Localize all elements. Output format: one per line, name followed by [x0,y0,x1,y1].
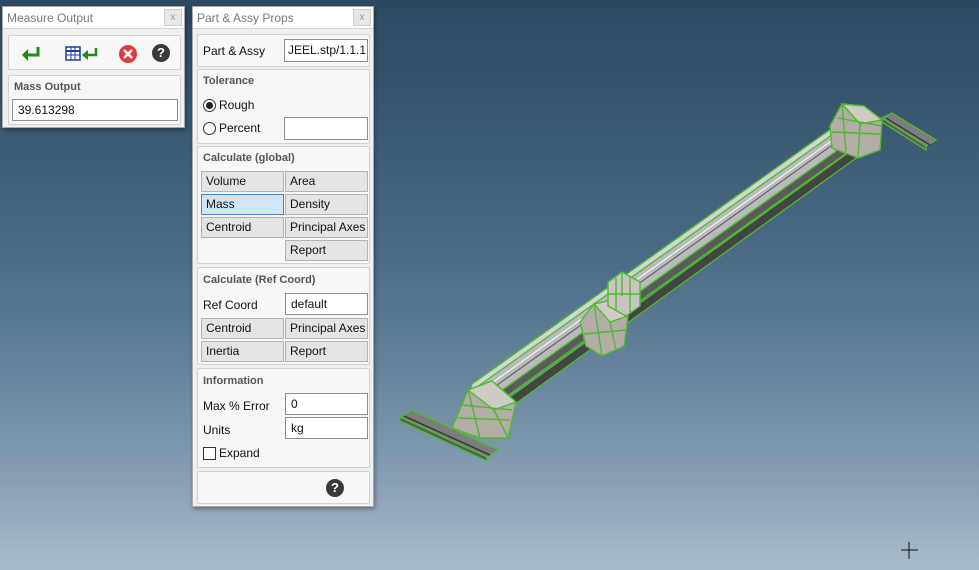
ref-report-button[interactable]: Report [285,341,368,362]
calculate-global-section: Calculate (global) Volume Area Mass Dens… [197,146,370,264]
help-glyph: ? [331,480,339,495]
max-error-field[interactable]: 0 [285,393,368,415]
percent-label[interactable]: Percent [219,121,260,135]
calculate-global-title: Calculate (global) [203,152,295,164]
tolerance-section: Tolerance Rough Percent [197,69,370,144]
centroid-button[interactable]: Centroid [201,217,284,238]
percent-radio[interactable] [203,122,216,135]
measure-output-close-button[interactable]: x [164,9,182,26]
calculate-ref-title: Calculate (Ref Coord) [203,274,316,286]
measure-output-titlebar[interactable]: Measure Output x [3,7,184,29]
close-icon: x [170,12,176,23]
part-assy-label: Part & Assy [203,44,266,58]
tolerance-title: Tolerance [203,75,255,87]
ref-centroid-button[interactable]: Centroid [201,318,284,339]
density-button[interactable]: Density [285,194,368,215]
area-button[interactable]: Area [285,171,368,192]
expand-checkbox[interactable] [203,447,216,460]
right-end-plate [880,112,938,152]
principal-axes-button[interactable]: Principal Axes [285,217,368,238]
red-cancel-icon[interactable] [116,43,140,65]
measure-output-title: Measure Output [7,11,94,25]
report-button[interactable]: Report [285,240,368,261]
cursor-crosshair-icon [901,542,918,559]
ref-coord-label: Ref Coord [203,298,258,312]
rough-label[interactable]: Rough [219,98,254,112]
units-label: Units [203,423,231,437]
mass-output-value[interactable]: 39.613298 [12,99,178,121]
percent-field[interactable] [284,117,368,140]
mass-button[interactable]: Mass [201,194,284,215]
part-assy-field[interactable]: JEEL.stp/1.1.1 [284,39,368,62]
upper-middle-box [607,271,641,317]
information-section: Information Max % Error 0 Units kg Expan… [197,368,370,468]
part-assy-props-close-button[interactable]: x [353,9,371,26]
help-glyph: ? [157,45,165,60]
help-icon[interactable]: ? [326,479,344,497]
table-return-icon[interactable] [64,43,100,65]
information-title: Information [203,375,264,387]
beam-model [469,123,871,413]
calculate-ref-section: Calculate (Ref Coord) Ref Coord default … [197,267,370,365]
part-assy-props-title: Part & Assy Props [197,11,294,25]
rough-radio[interactable] [203,99,216,112]
measure-toolbar: ? [8,35,181,70]
green-return-arrow-icon[interactable] [19,43,43,65]
max-error-label: Max % Error [203,399,270,413]
mass-output-section: Mass Output 39.613298 [8,75,181,125]
part-assy-props-panel: Part & Assy Props x Part & Assy JEEL.stp… [192,6,374,507]
units-field[interactable]: kg [285,417,368,439]
inertia-button[interactable]: Inertia [201,341,284,362]
measure-output-panel: Measure Output x ? Mass Output 39.613298 [2,6,185,128]
ref-coord-field[interactable]: default [285,293,368,315]
part-assy-section: Part & Assy JEEL.stp/1.1.1 [197,34,370,67]
right-mount [829,103,884,159]
help-icon[interactable]: ? [152,44,170,62]
mass-output-label: Mass Output [14,81,81,93]
ref-principal-axes-button[interactable]: Principal Axes [285,318,368,339]
expand-label[interactable]: Expand [219,446,260,460]
footer-section: ? [197,471,370,504]
close-icon: x [359,12,365,23]
part-assy-props-titlebar[interactable]: Part & Assy Props x [193,7,373,29]
volume-button[interactable]: Volume [201,171,284,192]
